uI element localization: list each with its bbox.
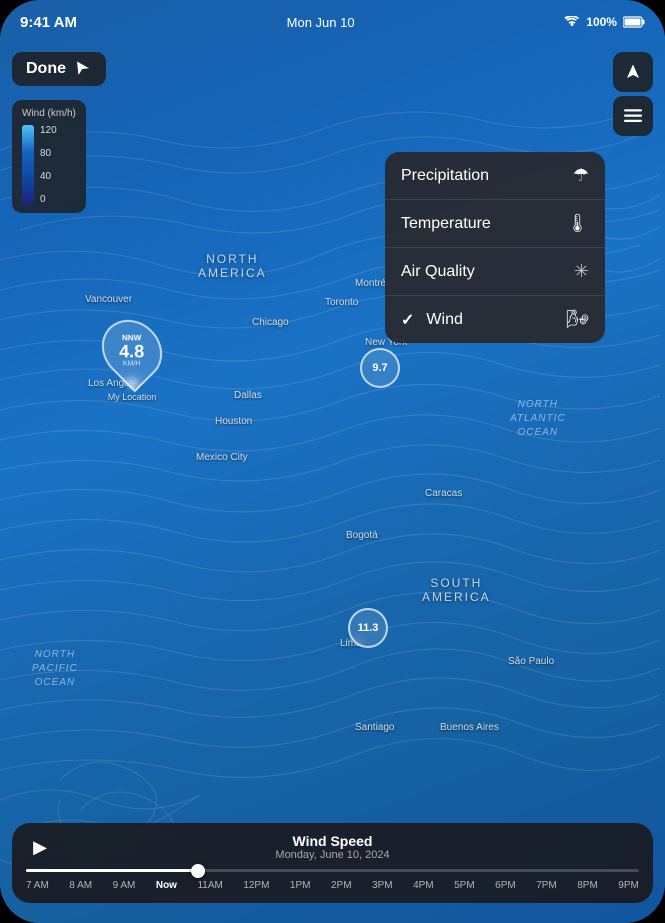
time-label-8pm: 8PM (577, 880, 598, 891)
done-button[interactable]: Done (12, 52, 106, 86)
timeline-labels: 7 AM 8 AM 9 AM Now 11AM 12PM 1PM 2PM 3PM… (26, 880, 639, 891)
status-time: 9:41 AM (20, 14, 77, 31)
time-label-9pm: 9PM (618, 880, 639, 891)
time-label-12pm: 12PM (243, 880, 269, 891)
legend-title: Wind (km/h) (22, 108, 76, 119)
done-label: Done (26, 60, 66, 78)
right-top-buttons (613, 52, 653, 136)
timeline-header: ▶ Wind Speed Monday, June 10, 2024 (26, 833, 639, 861)
time-label-11am: 11AM (197, 880, 222, 891)
top-controls: Done (0, 44, 665, 144)
timeline-title: Wind Speed (275, 833, 389, 849)
air-quality-label: Air Quality (401, 263, 475, 281)
play-button[interactable]: ▶ (26, 833, 54, 861)
timeline-date: Monday, June 10, 2024 (275, 849, 389, 861)
timeline-track (26, 869, 639, 872)
wind-item-left: ✓ Wind (401, 310, 463, 330)
device-frame: 9:41 AM Mon Jun 10 100% Done (0, 0, 665, 923)
time-label-3pm: 3PM (372, 880, 393, 891)
location-arrow-icon (624, 63, 642, 81)
time-label-9am: 9 AM (113, 880, 136, 891)
time-label-7pm: 7PM (536, 880, 557, 891)
timeline-slider[interactable] (26, 869, 639, 872)
status-bar: 9:41 AM Mon Jun 10 100% (0, 0, 665, 44)
legend-value-40: 40 (40, 171, 57, 182)
legend-value-120: 120 (40, 125, 57, 136)
layer-item-temperature[interactable]: Temperature 🌡 (385, 200, 605, 248)
layers-button[interactable] (613, 96, 653, 136)
battery-level: 100% (586, 15, 617, 29)
precipitation-label: Precipitation (401, 167, 489, 185)
timeline-progress (26, 869, 198, 872)
wifi-icon (564, 16, 580, 28)
temperature-icon: 🌡 (566, 213, 589, 234)
legend-labels: 120 80 40 0 (40, 125, 57, 205)
wind-icon: 🌬 (566, 309, 589, 330)
precipitation-icon: ☂ (573, 165, 589, 186)
layer-item-wind[interactable]: ✓ Wind 🌬 (385, 296, 605, 343)
legend-gradient (22, 125, 34, 205)
timeline-info: Wind Speed Monday, June 10, 2024 (275, 833, 389, 861)
timeline-thumb (191, 864, 205, 878)
wind-checkmark: ✓ (401, 310, 414, 330)
wind-legend: Wind (km/h) 120 80 40 0 (12, 100, 86, 213)
time-label-7am: 7 AM (26, 880, 49, 891)
time-label-5pm: 5PM (454, 880, 475, 891)
list-icon (624, 109, 642, 123)
layer-menu: Precipitation ☂ Temperature 🌡 Air Qualit… (385, 152, 605, 343)
status-right: 100% (564, 15, 645, 29)
legend-value-80: 80 (40, 148, 57, 159)
status-date: Mon Jun 10 (287, 15, 355, 30)
battery-icon (623, 16, 645, 28)
wind-label: Wind (426, 311, 462, 329)
legend-value-0: 0 (40, 194, 57, 205)
time-label-4pm: 4PM (413, 880, 434, 891)
play-icon: ▶ (33, 837, 47, 858)
cursor-icon (74, 60, 92, 78)
legend-bar: 120 80 40 0 (22, 125, 76, 205)
time-label-8am: 8 AM (69, 880, 92, 891)
time-label-6pm: 6PM (495, 880, 516, 891)
time-label-1pm: 1PM (290, 880, 311, 891)
time-label-now: Now (156, 880, 177, 891)
time-label-2pm: 2PM (331, 880, 352, 891)
layer-item-precipitation[interactable]: Precipitation ☂ (385, 152, 605, 200)
temperature-label: Temperature (401, 215, 491, 233)
timeline-bar: ▶ Wind Speed Monday, June 10, 2024 7 AM … (12, 823, 653, 903)
location-button[interactable] (613, 52, 653, 92)
layer-item-air-quality[interactable]: Air Quality ✳ (385, 248, 605, 296)
air-quality-icon: ✳ (574, 261, 589, 282)
